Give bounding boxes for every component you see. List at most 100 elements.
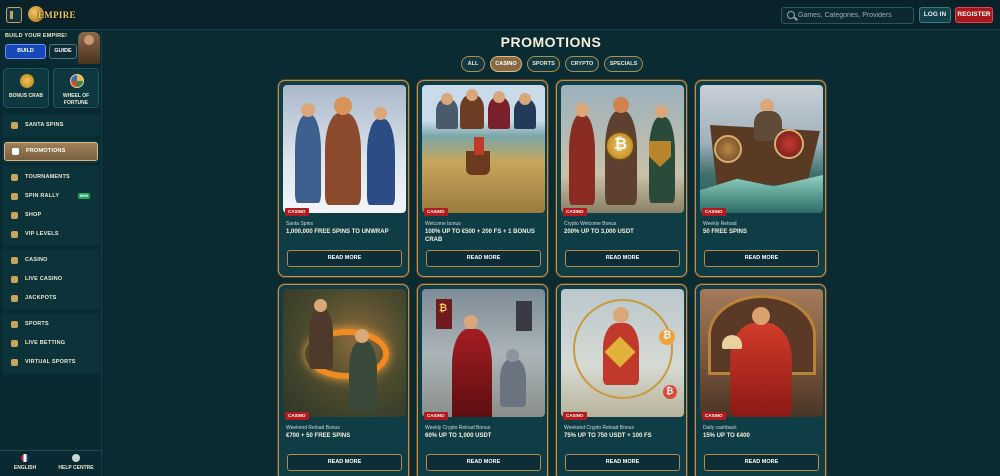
sidebar-footer: ENGLISH HELP CENTRE — [0, 450, 102, 476]
promo-card-daily-cashback[interactable]: CASINO Daily cashback 15% UP TO €400 REA… — [695, 284, 826, 476]
promo-subtitle: Weekly Reload — [703, 221, 737, 227]
promo-image: ₿ ₿ — [561, 289, 684, 417]
promo-subtitle: Santa Spins — [286, 221, 313, 227]
promo-image: ₿ — [561, 85, 684, 213]
crab-icon — [20, 74, 34, 88]
sidebar-item-spin-rally[interactable]: SPIN RALLY NEW — [2, 187, 100, 206]
sidebar-item-label: VIRTUAL SPORTS — [25, 359, 76, 365]
read-more-button[interactable]: READ MORE — [287, 250, 402, 267]
sidebar-item-shop[interactable]: SHOP — [2, 206, 100, 225]
read-more-button[interactable]: READ MORE — [704, 454, 819, 471]
read-more-button[interactable]: READ MORE — [426, 454, 541, 471]
rally-icon — [11, 193, 18, 200]
guide-button[interactable]: GUIDE — [49, 44, 77, 59]
search-icon — [787, 11, 795, 19]
sidebar-item-label: PROMOTIONS — [26, 148, 66, 154]
nav-group: SANTA SPINS — [2, 114, 100, 137]
promo-headline: 50 FREE SPINS — [703, 229, 748, 235]
sidebar-item-vip-levels[interactable]: VIP LEVELS — [2, 225, 100, 244]
sidebar-item-label: SPIN RALLY — [25, 193, 60, 199]
virtual-sports-icon — [11, 359, 18, 366]
read-more-button[interactable]: READ MORE — [287, 454, 402, 471]
promo-subtitle: Crypto Welcome Bonus — [564, 221, 617, 227]
build-button[interactable]: BUILD — [5, 44, 46, 59]
trophy-icon — [11, 174, 18, 181]
promo-headline: 100% UP TO €500 + 200 FS + 1 BONUS CRAB — [425, 229, 535, 243]
wheel-of-fortune-tile[interactable]: WHEEL OF FORTUNE — [53, 68, 99, 108]
sidebar-toggle-icon[interactable] — [6, 7, 22, 23]
language-selector[interactable]: ENGLISH — [0, 453, 50, 475]
tile-label: WHEEL OF FORTUNE — [62, 93, 90, 106]
promo-image — [283, 289, 406, 417]
promo-headline: €700 + 50 FREE SPINS — [286, 433, 351, 439]
login-button[interactable]: LOG IN — [919, 7, 951, 23]
sidebar-item-label: CASINO — [25, 257, 48, 263]
sports-icon — [11, 321, 18, 328]
sidebar-item-santa-spins[interactable]: SANTA SPINS — [2, 116, 100, 135]
tab-sports[interactable]: SPORTS — [527, 56, 560, 72]
promo-card-crypto-welcome-bonus[interactable]: ₿ CASINO Crypto Welcome Bonus 200% UP TO… — [556, 80, 687, 277]
site-logo[interactable]: EMPIRE — [28, 5, 76, 25]
category-badge: CASINO — [563, 412, 587, 420]
sidebar-item-tournaments[interactable]: TOURNAMENTS — [2, 168, 100, 187]
category-badge: CASINO — [424, 208, 448, 216]
read-more-button[interactable]: READ MORE — [565, 250, 680, 267]
sidebar-item-label: SHOP — [25, 212, 42, 218]
tab-crypto[interactable]: CRYPTO — [565, 56, 599, 72]
search-box[interactable] — [781, 7, 914, 24]
language-label: ENGLISH — [13, 465, 37, 471]
sidebar-item-sports[interactable]: SPORTS — [2, 315, 100, 334]
tab-specials[interactable]: SPECIALS — [604, 56, 643, 72]
register-button[interactable]: REGISTER — [955, 7, 993, 23]
live-casino-icon — [11, 276, 18, 283]
flag-icon — [21, 454, 29, 462]
gift-icon — [11, 122, 18, 129]
nav-group: PROMOTIONS — [2, 140, 100, 163]
promo-headline: 1,000,000 FREE SPINS TO UNWRAP — [286, 229, 389, 235]
top-bar: EMPIRE LOG IN REGISTER — [0, 0, 1000, 30]
category-badge: CASINO — [285, 208, 309, 216]
page-title: PROMOTIONS — [500, 34, 602, 50]
logo-text: EMPIRE — [38, 10, 76, 20]
promo-card-weekend-crypto-reload[interactable]: ₿ ₿ CASINO Weekend Crypto Reload Bonus 7… — [556, 284, 687, 476]
tab-casino[interactable]: CASINO — [490, 56, 522, 72]
bonus-crab-tile[interactable]: BONUS CRAB — [3, 68, 49, 108]
promo-card-weekend-reload-bonus[interactable]: CASINO Weekend Reload Bonus €700 + 50 FR… — [278, 284, 409, 476]
crown-icon — [11, 231, 18, 238]
promo-image — [283, 85, 406, 213]
promotions-icon — [12, 148, 19, 155]
promo-headline: 15% UP TO €400 — [703, 433, 750, 439]
sidebar-item-virtual-sports[interactable]: VIRTUAL SPORTS — [2, 353, 100, 372]
sidebar-item-label: TOURNAMENTS — [25, 174, 70, 180]
build-title: BUILD YOUR EMPIRE! — [5, 33, 68, 39]
warrior-avatar — [78, 32, 100, 64]
read-more-button[interactable]: READ MORE — [565, 454, 680, 471]
promo-card-santa-spins[interactable]: CASINO Santa Spins 1,000,000 FREE SPINS … — [278, 80, 409, 277]
sidebar-item-casino[interactable]: CASINO — [2, 251, 100, 270]
sidebar-item-label: SPORTS — [25, 321, 49, 327]
search-input[interactable] — [798, 9, 910, 22]
tab-all[interactable]: ALL — [461, 56, 485, 72]
live-betting-icon — [11, 340, 18, 347]
promo-card-weekly-crypto-reload[interactable]: ₿ CASINO Weekly Crypto Reload Bonus 60% … — [417, 284, 548, 476]
promo-subtitle: Welcome bonus — [425, 221, 461, 227]
promo-headline: 60% UP TO 1,000 USDT — [425, 433, 492, 439]
sidebar-item-live-betting[interactable]: LIVE BETTING — [2, 334, 100, 353]
help-centre-link[interactable]: HELP CENTRE — [51, 453, 101, 475]
sidebar-nav: SANTA SPINS PROMOTIONS TOURNAMENTS SPIN … — [2, 114, 100, 377]
sidebar-item-promotions[interactable]: PROMOTIONS — [4, 142, 98, 161]
sidebar-item-live-casino[interactable]: LIVE CASINO — [2, 270, 100, 289]
sidebar-item-label: LIVE CASINO — [25, 276, 63, 282]
sidebar-item-jackpots[interactable]: JACKPOTS — [2, 289, 100, 308]
nav-group: SPORTS LIVE BETTING VIRTUAL SPORTS — [2, 313, 100, 374]
casino-icon — [11, 257, 18, 264]
sidebar-item-label: JACKPOTS — [25, 295, 57, 301]
read-more-button[interactable]: READ MORE — [426, 250, 541, 267]
promo-card-weekly-reload[interactable]: CASINO Weekly Reload 50 FREE SPINS READ … — [695, 80, 826, 277]
sidebar-item-label: LIVE BETTING — [25, 340, 66, 346]
sidebar-item-label: SANTA SPINS — [25, 122, 64, 128]
sidebar: BUILD YOUR EMPIRE! BUILD GUIDE BONUS CRA… — [0, 30, 102, 476]
read-more-button[interactable]: READ MORE — [704, 250, 819, 267]
promo-card-welcome-bonus[interactable]: CASINO Welcome bonus 100% UP TO €500 + 2… — [417, 80, 548, 277]
promo-subtitle: Weekly Crypto Reload Bonus — [425, 425, 491, 431]
